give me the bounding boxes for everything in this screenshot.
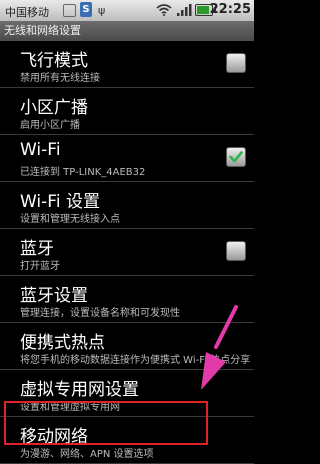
setting-airplane-mode[interactable]: 飞行模式 禁用所有无线连接 bbox=[0, 41, 254, 88]
checkmark-icon bbox=[229, 151, 243, 163]
setting-summary: 打开蓝牙 bbox=[20, 261, 60, 272]
setting-label: 飞行模式 bbox=[20, 51, 88, 71]
carrier-name: 中国移动 bbox=[5, 6, 49, 19]
setting-summary: 启用小区广播 bbox=[20, 120, 80, 131]
usb-icon: ψ bbox=[98, 4, 106, 17]
wifi-icon bbox=[156, 4, 172, 16]
screen-title: 无线和网络设置 bbox=[0, 21, 254, 41]
status-bar: 中国移动 S ψ 22:25 bbox=[0, 0, 254, 21]
setting-summary: 设置和管理虚拟专用网 bbox=[20, 402, 120, 413]
settings-list: 飞行模式 禁用所有无线连接 小区广播 启用小区广播 Wi-Fi 已连接到 TP-… bbox=[0, 41, 254, 464]
setting-bluetooth[interactable]: 蓝牙 打开蓝牙 bbox=[0, 229, 254, 276]
setting-label: 小区广播 bbox=[20, 98, 88, 118]
airplane-mode-checkbox[interactable] bbox=[226, 53, 246, 73]
setting-label: Wi-Fi 设置 bbox=[20, 192, 100, 212]
setting-summary: 禁用所有无线连接 bbox=[20, 73, 100, 84]
setting-label: 蓝牙 bbox=[20, 239, 54, 259]
setting-bluetooth-settings[interactable]: 蓝牙设置 管理连接，设置设备名称和可发现性 bbox=[0, 276, 254, 323]
setting-label: 蓝牙设置 bbox=[20, 286, 88, 306]
setting-summary: 已连接到 TP-LINK_4AEB32 bbox=[20, 167, 146, 178]
setting-wifi[interactable]: Wi-Fi 已连接到 TP-LINK_4AEB32 bbox=[0, 135, 254, 182]
setting-summary: 为漫游、网络、APN 设置选项 bbox=[20, 449, 154, 460]
setting-wifi-settings[interactable]: Wi-Fi 设置 设置和管理无线接入点 bbox=[0, 182, 254, 229]
setting-label: Wi-Fi bbox=[20, 140, 61, 160]
setting-cell-broadcast[interactable]: 小区广播 启用小区广播 bbox=[0, 88, 254, 135]
setting-portable-hotspot[interactable]: 便携式热点 将您手机的移动数据连接作为便携式 Wi-Fi 热点分享 bbox=[0, 323, 254, 370]
setting-summary: 将您手机的移动数据连接作为便携式 Wi-Fi 热点分享 bbox=[20, 355, 251, 366]
sim-card-icon bbox=[63, 4, 76, 17]
signal-strength-icon bbox=[177, 4, 192, 16]
setting-label: 虚拟专用网设置 bbox=[20, 380, 139, 400]
bluetooth-checkbox[interactable] bbox=[226, 241, 246, 261]
status-time: 22:25 bbox=[209, 2, 251, 17]
setting-label: 便携式热点 bbox=[20, 333, 105, 353]
setting-summary: 管理连接，设置设备名称和可发现性 bbox=[20, 308, 180, 319]
setting-mobile-network[interactable]: 移动网络 为漫游、网络、APN 设置选项 bbox=[0, 417, 254, 464]
setting-label: 移动网络 bbox=[20, 427, 88, 447]
s-badge-icon: S bbox=[80, 2, 92, 17]
setting-summary: 设置和管理无线接入点 bbox=[20, 214, 120, 225]
wifi-checkbox[interactable] bbox=[226, 147, 246, 167]
setting-vpn[interactable]: 虚拟专用网设置 设置和管理虚拟专用网 bbox=[0, 370, 254, 417]
